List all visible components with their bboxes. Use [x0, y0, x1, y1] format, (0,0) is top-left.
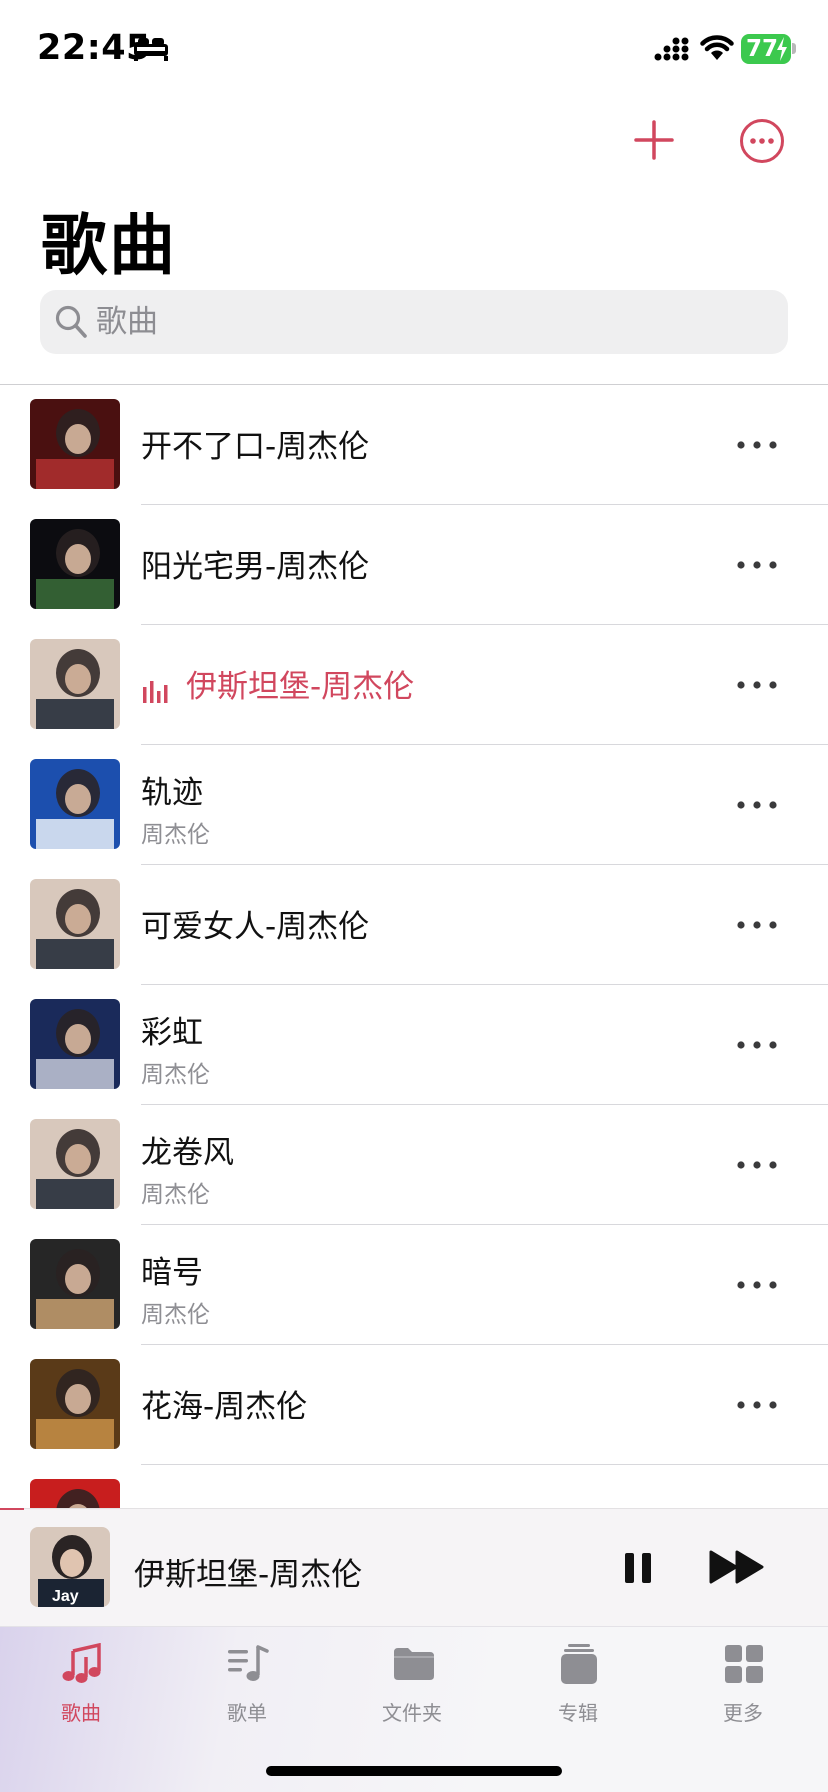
- svg-text:Jay: Jay: [52, 1588, 79, 1605]
- song-more-icon[interactable]: [735, 1393, 779, 1417]
- song-title: 轨迹: [141, 775, 203, 811]
- search-input[interactable]: [96, 290, 756, 354]
- home-indicator: [266, 1766, 562, 1776]
- tab-label: 歌单: [227, 1701, 267, 1725]
- album-artwork: [30, 639, 120, 729]
- song-row[interactable]: 伊斯坦堡-周杰伦: [0, 625, 828, 745]
- battery-cap: [792, 43, 796, 54]
- tab-label: 歌曲: [61, 1701, 101, 1725]
- playlist-icon: [228, 1645, 269, 1681]
- song-title: 可爱女人-周杰伦: [141, 909, 370, 945]
- song-row[interactable]: 花海-周杰伦: [0, 1345, 828, 1465]
- tab-playlists[interactable]: 歌单: [187, 1627, 307, 1747]
- song-title: 彩虹: [141, 1015, 203, 1051]
- song-row[interactable]: 阳光宅男-周杰伦: [0, 505, 828, 625]
- pause-button[interactable]: [620, 1547, 656, 1587]
- song-title: 开不了口-周杰伦: [141, 429, 370, 465]
- album-artwork: [30, 1239, 120, 1329]
- next-track-button[interactable]: [708, 1547, 766, 1587]
- tab-folders[interactable]: 文件夹: [352, 1627, 472, 1747]
- song-artist: 周杰伦: [141, 1302, 210, 1328]
- album-artwork: [30, 1119, 120, 1209]
- song-row[interactable]: 暗号 周杰伦: [0, 1225, 828, 1345]
- song-title: 花海-周杰伦: [141, 1389, 308, 1425]
- song-title: 阳光宅男-周杰伦: [141, 549, 370, 585]
- song-row[interactable]: 可爱女人-周杰伦: [0, 865, 828, 985]
- song-artist: 周杰伦: [141, 1182, 210, 1208]
- tab-songs[interactable]: 歌曲: [21, 1627, 141, 1747]
- song-row[interactable]: 开不了口-周杰伦: [0, 385, 828, 505]
- battery-level: 77: [746, 36, 779, 62]
- song-more-icon[interactable]: [735, 793, 779, 817]
- song-more-icon[interactable]: [735, 1033, 779, 1057]
- song-title: 龙卷风: [141, 1135, 234, 1171]
- album-artwork: [30, 999, 120, 1089]
- add-button[interactable]: [632, 118, 676, 162]
- song-row[interactable]: 彩虹 周杰伦: [0, 985, 828, 1105]
- song-more-icon[interactable]: [735, 1153, 779, 1177]
- battery-indicator: 77: [741, 34, 791, 64]
- song-list[interactable]: 开不了口-周杰伦 阳光宅男-周杰伦 伊斯坦堡-周杰伦 轨迹 周杰伦 可爱女人-周杰伦 彩虹周…: [0, 385, 828, 1510]
- song-more-icon[interactable]: [735, 673, 779, 697]
- songs-screen: 22:45 77 歌曲 歌曲 开不了口-周杰伦 阳光宅男-周杰伦 伊斯坦堡-周杰…: [0, 0, 828, 1792]
- song-more-icon[interactable]: [735, 553, 779, 577]
- grid-icon: [725, 1645, 763, 1683]
- search-icon: [55, 305, 87, 338]
- tab-more[interactable]: 更多: [683, 1627, 803, 1747]
- song-row[interactable]: 轨迹 周杰伦: [0, 745, 828, 865]
- tab-label: 专辑: [558, 1701, 598, 1725]
- song-artist: 周杰伦: [141, 822, 210, 848]
- song-more-icon[interactable]: [735, 1273, 779, 1297]
- song-title: 暗号: [141, 1255, 203, 1291]
- now-playing-artwork: Jay: [30, 1527, 110, 1607]
- tab-albums[interactable]: 专辑: [518, 1627, 638, 1747]
- album-artwork: [30, 519, 120, 609]
- sleep-bed-icon: [134, 38, 168, 61]
- page-title: 歌曲: [41, 207, 177, 284]
- album-artwork: [30, 879, 120, 969]
- mini-player[interactable]: Jay 伊斯坦堡-周杰伦: [0, 1508, 828, 1626]
- song-row[interactable]: 龙卷风 周杰伦: [0, 1105, 828, 1225]
- folder-icon: [394, 1648, 434, 1680]
- tab-label: 文件夹: [382, 1701, 442, 1725]
- song-artist: 周杰伦: [141, 1062, 210, 1088]
- album-stack-icon: [561, 1644, 597, 1684]
- more-options-button[interactable]: [739, 118, 785, 164]
- playback-progress: [0, 1508, 24, 1510]
- charging-bolt-icon: [777, 37, 787, 61]
- album-artwork: [30, 759, 120, 849]
- song-title: 伊斯坦堡-周杰伦: [186, 669, 415, 705]
- album-artwork: [30, 1479, 120, 1510]
- status-bar: 22:45 77: [0, 0, 828, 100]
- search-bar[interactable]: [40, 290, 788, 354]
- song-row[interactable]: 安静: [0, 1465, 828, 1510]
- wifi-icon: [700, 35, 734, 60]
- song-more-icon[interactable]: [735, 913, 779, 937]
- now-playing-title: 伊斯坦堡-周杰伦: [134, 1557, 363, 1593]
- now-playing-equalizer-icon: [143, 681, 168, 703]
- song-more-icon[interactable]: [735, 433, 779, 457]
- music-notes-icon: [62, 1643, 101, 1683]
- album-artwork: [30, 1359, 120, 1449]
- tab-label: 更多: [723, 1701, 763, 1725]
- cellular-signal-icon: [654, 37, 689, 61]
- album-artwork: [30, 399, 120, 489]
